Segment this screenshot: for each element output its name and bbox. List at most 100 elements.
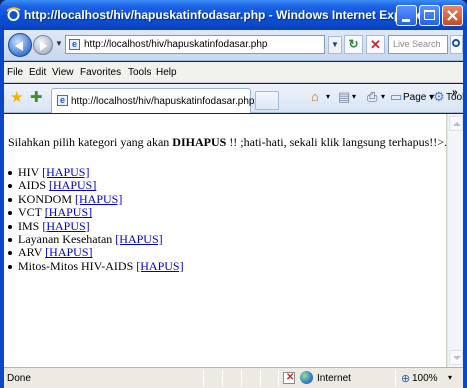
minimize-button[interactable]: [396, 5, 417, 26]
category-item: Layanan Kesehatan [HAPUS]: [8, 231, 184, 246]
category-name: VCT: [18, 205, 42, 220]
page-content: Silahkan pilih kategori yang akan DIHAPU…: [4, 114, 447, 367]
navigation-bar: ▼ e http://localhost/hiv/hapuskatinfodas…: [4, 30, 463, 61]
security-zone-icon[interactable]: ✕: [283, 372, 295, 384]
scroll-down-button[interactable]: [449, 350, 463, 365]
menu-tools[interactable]: Tools: [128, 67, 151, 78]
intro-suffix: !! ;hati-hati, sekali klik langsung terh…: [226, 135, 448, 149]
ie-logo-icon: [6, 7, 21, 21]
intro-prefix: Silahkan pilih kategori yang akan: [8, 135, 173, 149]
status-text: Done: [7, 373, 31, 384]
new-tab-button[interactable]: [255, 91, 279, 110]
close-button[interactable]: [442, 5, 463, 26]
tab-bar: ★ ✚ e http://localhost/hiv/hapuskatinfod…: [4, 84, 463, 113]
page-menu-icon[interactable]: ▭: [390, 90, 402, 103]
stop-button[interactable]: ✕: [366, 35, 385, 54]
category-name: Mitos-Mitos HIV-AIDS: [18, 258, 134, 273]
recent-pages-dropdown-icon[interactable]: ▼: [55, 39, 63, 48]
search-placeholder: Live Search: [393, 39, 441, 49]
bullet-icon: [8, 224, 12, 229]
window-title-bar[interactable]: http://localhost/hiv/hapuskatinfodasar.p…: [0, 0, 467, 30]
category-item: IMS [HAPUS]: [8, 218, 184, 233]
feeds-dropdown-icon[interactable]: ▾: [352, 92, 356, 101]
delete-aids-link[interactable]: [HAPUS]: [49, 178, 96, 192]
zoom-icon[interactable]: ⊕: [401, 372, 410, 385]
delete-arv-link[interactable]: [HAPUS]: [45, 245, 92, 259]
add-favorites-icon[interactable]: ✚: [30, 90, 43, 105]
back-arrow-icon: [15, 41, 23, 51]
vertical-scrollbar[interactable]: [447, 114, 463, 367]
scroll-down-arrow-icon: [453, 356, 461, 360]
page-menu-label: Page: [403, 92, 427, 103]
zoom-dropdown-icon[interactable]: ▾: [448, 373, 452, 382]
more-commands-chevron-icon[interactable]: »: [452, 87, 458, 98]
address-bar[interactable]: e http://localhost/hiv/hapuskatinfodasar…: [65, 35, 325, 54]
ie-page-icon: e: [57, 95, 68, 106]
status-divider: [241, 370, 242, 387]
status-divider: [395, 370, 396, 387]
maximize-button[interactable]: [419, 5, 440, 26]
delete-kondom-link[interactable]: [HAPUS]: [75, 192, 122, 206]
category-list: HIV [HAPUS] AIDS [HAPUS] KONDOM [HAPUS] …: [8, 165, 184, 273]
category-item: KONDOM [HAPUS]: [8, 191, 184, 206]
menu-file[interactable]: File: [7, 67, 23, 78]
bullet-icon: [8, 211, 12, 216]
category-item: VCT [HAPUS]: [8, 205, 184, 220]
menu-help[interactable]: Help: [156, 67, 177, 78]
intro-text: Silahkan pilih kategori yang akan DIHAPU…: [8, 135, 447, 150]
status-bar: Done ✕ Internet ⊕ 100% ▾: [4, 367, 463, 388]
tab-current[interactable]: e http://localhost/hiv/hapuskatinfodasar…: [51, 88, 255, 113]
search-icon: [452, 39, 460, 47]
category-name: ARV: [18, 245, 43, 260]
print-dropdown-icon[interactable]: ▾: [381, 92, 385, 101]
back-button[interactable]: [8, 33, 32, 57]
scroll-up-arrow-icon: [453, 122, 461, 126]
refresh-button[interactable]: ↻: [344, 35, 363, 54]
status-divider: [278, 370, 279, 387]
home-dropdown-icon[interactable]: ▾: [326, 92, 330, 101]
category-name: KONDOM: [18, 191, 72, 206]
category-item: HIV [HAPUS]: [8, 165, 184, 179]
menu-view[interactable]: View: [52, 67, 74, 78]
menu-edit[interactable]: Edit: [29, 67, 46, 78]
scroll-up-button[interactable]: [449, 116, 463, 131]
feeds-icon[interactable]: ▤: [338, 90, 350, 103]
delete-mitos-link[interactable]: [HAPUS]: [136, 259, 183, 273]
menu-bar: File Edit View Favorites Tools Help: [4, 62, 463, 83]
status-divider: [260, 370, 261, 387]
category-name: Layanan Kesehatan: [18, 231, 113, 246]
category-item: ARV [HAPUS]: [8, 246, 184, 259]
delete-vct-link[interactable]: [HAPUS]: [45, 205, 92, 219]
stop-icon: ✕: [370, 37, 381, 52]
ie-page-icon: e: [69, 39, 80, 50]
bullet-icon: [8, 197, 12, 202]
delete-hiv-link[interactable]: [HAPUS]: [42, 165, 89, 179]
bullet-icon: [8, 184, 12, 189]
address-dropdown-button[interactable]: ▼: [328, 36, 342, 54]
refresh-icon: ↻: [348, 37, 359, 51]
category-name: IMS: [18, 218, 40, 233]
zoom-level[interactable]: 100%: [412, 373, 438, 384]
tab-label: http://localhost/hiv/hapuskatinfodasar.p…: [71, 96, 255, 107]
page-menu-button[interactable]: Page ▾: [403, 92, 434, 103]
window-frame-right: [463, 30, 467, 388]
tools-menu-icon[interactable]: ⚙: [433, 90, 445, 103]
bullet-icon: [8, 237, 12, 242]
forward-button[interactable]: [33, 35, 53, 55]
search-input[interactable]: Live Search: [388, 35, 448, 54]
window-title: http://localhost/hiv/hapuskatinfodasar.p…: [24, 8, 428, 22]
status-divider: [222, 370, 223, 387]
print-icon[interactable]: ⎙: [367, 90, 377, 103]
zone-label: Internet: [317, 373, 351, 384]
bullet-icon: [8, 171, 12, 175]
forward-arrow-icon: [40, 41, 47, 51]
delete-layanan-kesehatan-link[interactable]: [HAPUS]: [115, 232, 162, 246]
category-name: HIV: [18, 165, 40, 179]
home-icon[interactable]: ⌂: [311, 90, 319, 103]
delete-ims-link[interactable]: [HAPUS]: [42, 219, 89, 233]
favorites-star-icon[interactable]: ★: [10, 90, 23, 105]
search-button[interactable]: [450, 35, 463, 54]
address-url[interactable]: http://localhost/hiv/hapuskatinfodasar.p…: [84, 39, 267, 50]
menu-favorites[interactable]: Favorites: [80, 67, 121, 78]
status-divider: [203, 370, 204, 387]
